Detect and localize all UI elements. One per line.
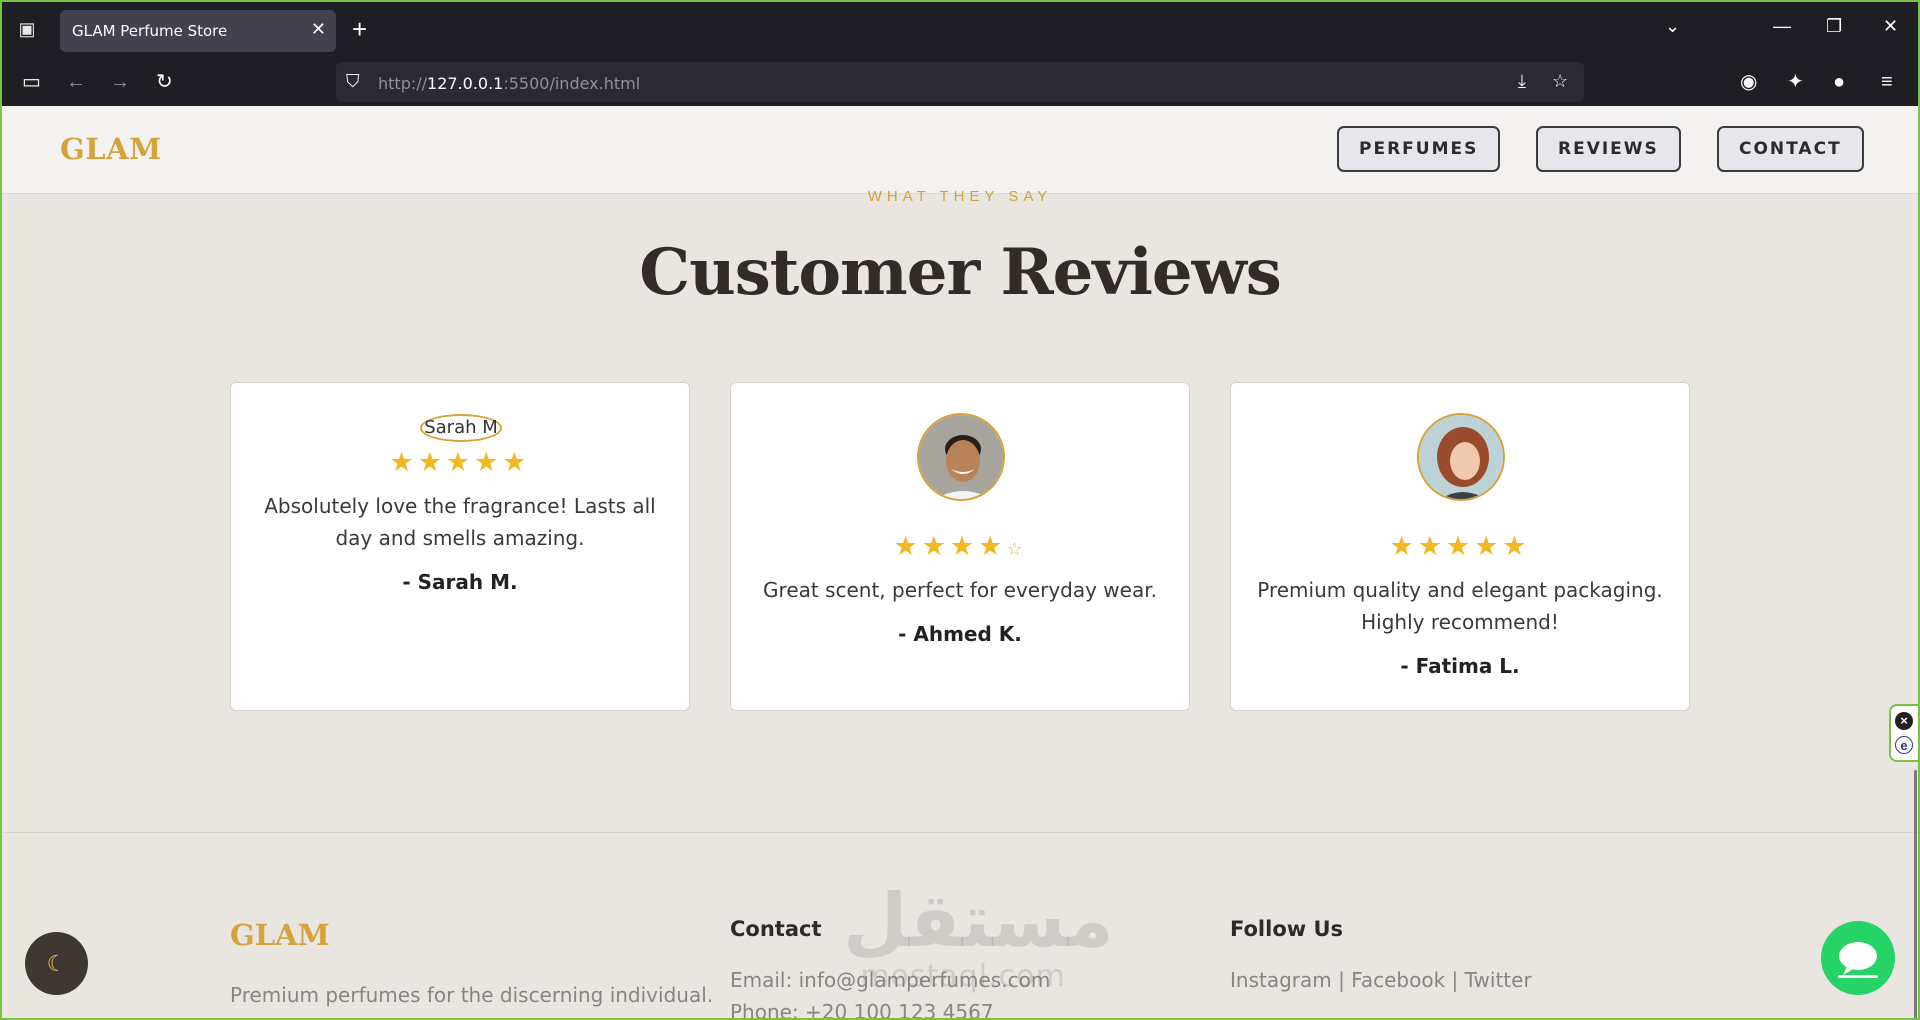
review-text: Premium quality and elegant packaging. H…: [1257, 578, 1663, 634]
side-extension-widget[interactable]: × e: [1889, 704, 1918, 762]
review-card: ★★★★☆ Great scent, perfect for everyday …: [730, 382, 1190, 711]
footer-follow-heading: Follow Us: [1230, 917, 1344, 941]
rating-stars: ★★★★★: [389, 447, 531, 477]
moon-icon: ☾: [46, 951, 67, 976]
review-card: ★★★★★ Premium quality and elegant packag…: [1230, 382, 1690, 711]
extension-color-icon[interactable]: ●: [1833, 70, 1845, 94]
avatar: Sarah M: [420, 414, 502, 442]
download-icon[interactable]: ⤓: [1518, 71, 1526, 92]
url-text[interactable]: http://127.0.0.1:5500/index.html: [378, 74, 640, 93]
reload-icon[interactable]: ↻: [156, 70, 173, 94]
chat-bubble-icon: [1838, 942, 1878, 978]
chevron-down-icon[interactable]: ⌄: [1665, 16, 1680, 37]
forward-icon[interactable]: →: [110, 70, 130, 94]
tab-list-icon[interactable]: ▣: [14, 16, 40, 42]
site-logo[interactable]: GLAM: [60, 132, 162, 166]
new-tab-icon[interactable]: +: [352, 16, 367, 42]
edge-icon[interactable]: e: [1895, 736, 1913, 754]
close-circle-icon[interactable]: ×: [1895, 712, 1913, 730]
review-text: Great scent, perfect for everyday wear.: [763, 578, 1157, 602]
review-author: - Fatima L.: [1400, 654, 1520, 678]
account-icon[interactable]: ◉: [1740, 70, 1757, 94]
back-icon[interactable]: ←: [66, 70, 86, 94]
footer-logo: GLAM: [230, 918, 330, 952]
nav-reviews-button[interactable]: REVIEWS: [1536, 126, 1681, 172]
minimize-icon[interactable]: —: [1773, 16, 1791, 37]
scrollbar[interactable]: [1914, 770, 1917, 1020]
watermark-arabic: مستقل: [843, 878, 1114, 964]
bookmark-star-icon[interactable]: ☆: [1552, 71, 1568, 92]
rating-stars: ★★★★★: [1389, 531, 1531, 561]
avatar: [1417, 413, 1505, 501]
rating-stars: ★★★★☆: [893, 531, 1027, 561]
nav-perfumes-button[interactable]: PERFUMES: [1337, 126, 1501, 172]
section-eyebrow: WHAT THEY SAY: [867, 188, 1053, 205]
tab-bar: ▣ GLAM Perfume Store ✕ + ⌄ — ❐ ✕: [2, 2, 1918, 58]
review-card: Sarah M ★★★★★ Absolutely love the fragra…: [230, 382, 690, 711]
tab-title: GLAM Perfume Store: [72, 22, 228, 40]
review-author: - Sarah M.: [402, 570, 518, 594]
navigation-bar: ▭ ← → ↻ ⛉ http://127.0.0.1:5500/index.ht…: [2, 58, 1918, 108]
close-icon[interactable]: ✕: [311, 19, 326, 40]
watermark: مستقل mostaql.com: [843, 878, 1114, 994]
footer-contact-heading: Contact: [730, 917, 822, 941]
window-close-icon[interactable]: ✕: [1883, 16, 1898, 37]
avatar: [917, 413, 1005, 501]
footer-tagline: Premium perfumes for the discerning indi…: [230, 983, 714, 1007]
nav-contact-button[interactable]: CONTACT: [1717, 126, 1864, 172]
extensions-icon[interactable]: ✦: [1787, 70, 1804, 94]
footer-social-links[interactable]: Instagram | Facebook | Twitter: [1230, 968, 1532, 992]
dark-mode-toggle[interactable]: ☾: [25, 932, 88, 995]
browser-tab[interactable]: GLAM Perfume Store ✕: [60, 10, 336, 52]
footer-divider: [2, 832, 1918, 833]
menu-icon[interactable]: ≡: [1881, 70, 1893, 94]
footer-phone[interactable]: Phone: +20 100 123 4567: [730, 1000, 994, 1020]
browser-chrome: ▣ GLAM Perfume Store ✕ + ⌄ — ❐ ✕ ▭ ← → ↻…: [0, 0, 1920, 106]
shield-icon: ⛉: [346, 71, 360, 91]
chat-button[interactable]: [1821, 921, 1895, 995]
sidebar-icon[interactable]: ▭: [22, 70, 41, 94]
restore-icon[interactable]: ❐: [1826, 16, 1842, 37]
review-author: - Ahmed K.: [898, 622, 1022, 646]
site-header: GLAM PERFUMES REVIEWS CONTACT: [2, 106, 1918, 194]
watermark-latin: mostaql.com: [860, 959, 1066, 994]
url-bar[interactable]: ⛉ http://127.0.0.1:5500/index.html ⤓ ☆: [336, 62, 1584, 102]
review-text: Absolutely love the fragrance! Lasts all…: [264, 494, 656, 550]
section-title: Customer Reviews: [639, 235, 1281, 310]
